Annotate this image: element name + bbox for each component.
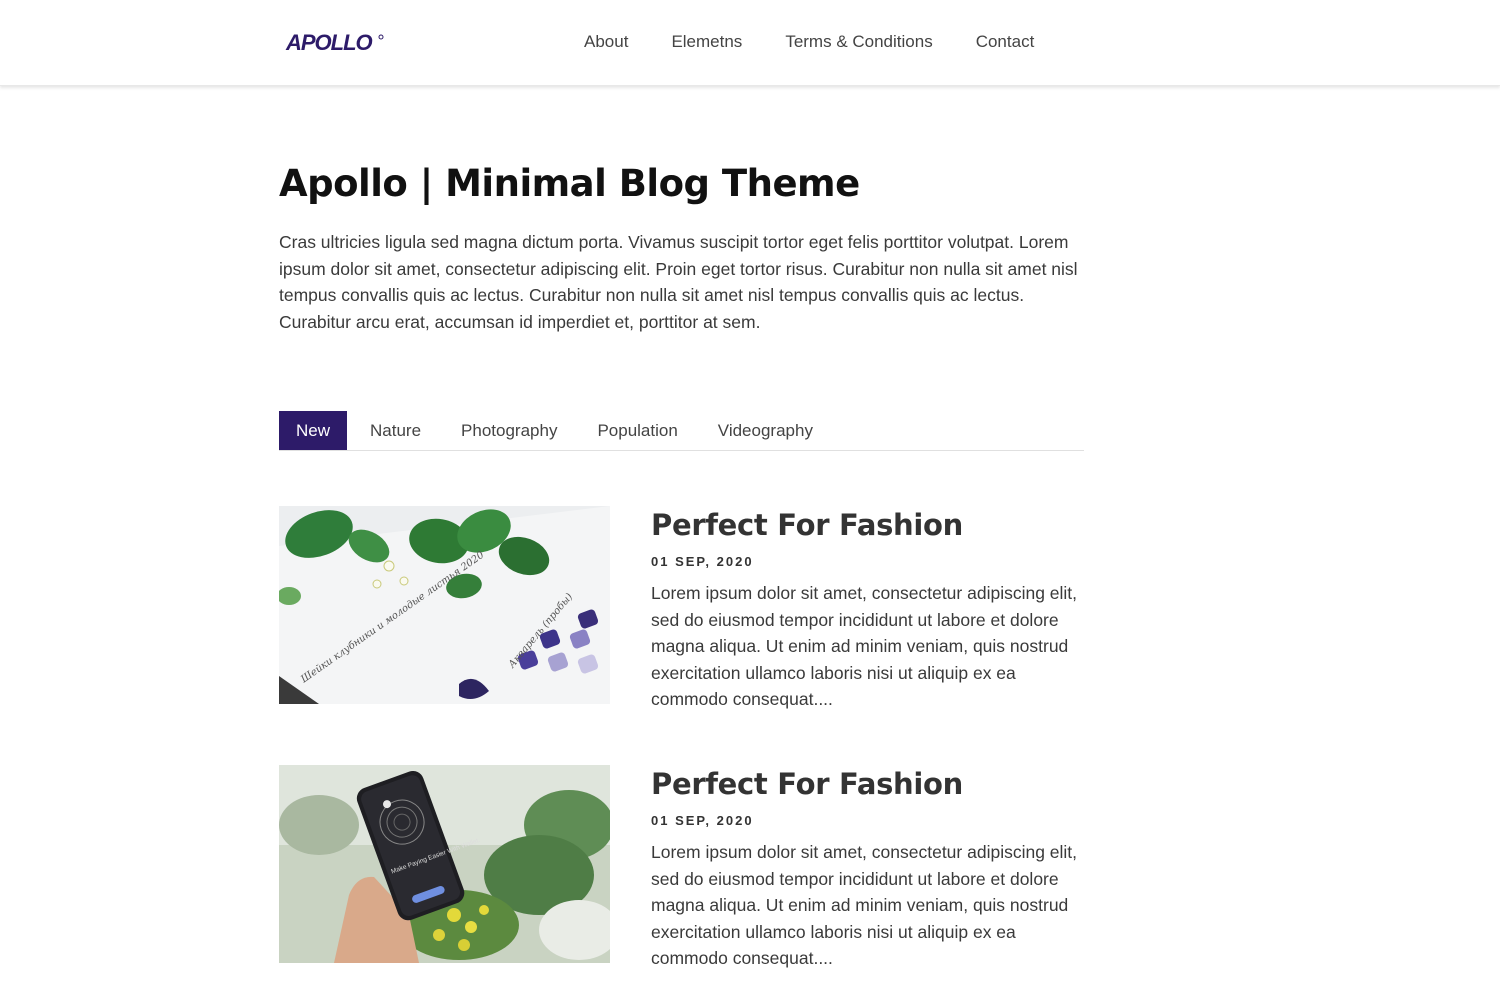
nav-contact[interactable]: Contact bbox=[976, 30, 1035, 54]
post-excerpt: Lorem ipsum dolor sit amet, consectetur … bbox=[651, 583, 1078, 709]
nav-terms[interactable]: Terms & Conditions bbox=[785, 30, 932, 54]
post-card: Шейки клубники и молодые листья 2020 Акв… bbox=[279, 506, 1084, 709]
post-title[interactable]: Perfect For Fashion bbox=[651, 508, 963, 542]
tab-nature[interactable]: Nature bbox=[350, 411, 441, 450]
site-logo[interactable]: APOLLO bbox=[285, 27, 385, 59]
apollo-logo-icon: APOLLO bbox=[285, 30, 384, 55]
post-excerpt: Lorem ipsum dolor sit amet, consectetur … bbox=[651, 842, 1078, 968]
post-title[interactable]: Perfect For Fashion bbox=[651, 767, 963, 801]
post-date: 01 SEP, 2020 bbox=[651, 813, 754, 828]
post-image[interactable]: Make Paying Easier With Wallet. bbox=[279, 765, 610, 963]
tab-videography[interactable]: Videography bbox=[698, 411, 833, 450]
logo-text: APOLLO bbox=[285, 30, 373, 55]
main-nav: About Elemetns Terms & Conditions Contac… bbox=[584, 30, 1034, 54]
hand-holding-phone-plants-icon: Make Paying Easier With Wallet. bbox=[279, 765, 610, 963]
post-card: Make Paying Easier With Wallet. Perfect … bbox=[279, 765, 1084, 968]
category-tabs: New Nature Photography Population Videog… bbox=[279, 411, 1084, 451]
post-date: 01 SEP, 2020 bbox=[651, 554, 754, 569]
nav-about[interactable]: About bbox=[584, 30, 628, 54]
tab-photography[interactable]: Photography bbox=[441, 411, 577, 450]
tab-new[interactable]: New bbox=[279, 411, 348, 450]
watercolor-leaves-sketch-icon: Шейки клубники и молодые листья 2020 Акв… bbox=[279, 506, 610, 704]
page-description: Cras ultricies ligula sed magna dictum p… bbox=[279, 232, 1078, 332]
tab-population[interactable]: Population bbox=[577, 411, 697, 450]
nav-elements[interactable]: Elemetns bbox=[671, 30, 742, 54]
page-title: Apollo | Minimal Blog Theme bbox=[279, 162, 860, 205]
site-header: APOLLO About Elemetns Terms & Conditions… bbox=[0, 0, 1500, 86]
post-image[interactable]: Шейки клубники и молодые листья 2020 Акв… bbox=[279, 506, 610, 704]
